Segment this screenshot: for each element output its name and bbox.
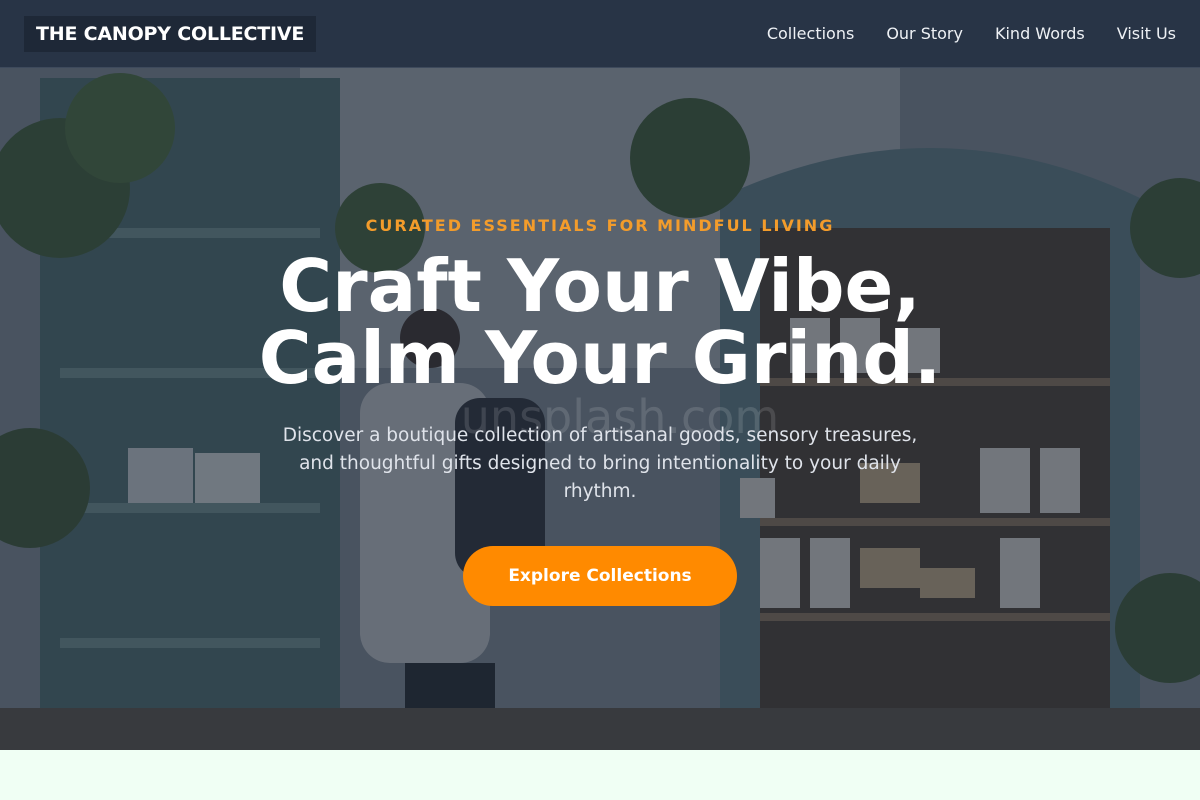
hero-content: unsplash.com CURATED ESSENTIALS FOR MIND… <box>0 68 1200 750</box>
site-header: THE CANOPY COLLECTIVE Collections Our St… <box>0 0 1200 68</box>
next-section <box>0 750 1200 800</box>
nav-link-visit-us[interactable]: Visit Us <box>1117 24 1176 43</box>
hero-headline-line2: Calm Your Grind. <box>258 316 942 400</box>
hero-eyebrow: CURATED ESSENTIALS FOR MINDFUL LIVING <box>365 216 835 235</box>
main-nav: Collections Our Story Kind Words Visit U… <box>767 24 1176 43</box>
nav-link-kind-words[interactable]: Kind Words <box>995 24 1085 43</box>
hero-subtext: Discover a boutique collection of artisa… <box>282 425 918 502</box>
nav-link-collections[interactable]: Collections <box>767 24 854 43</box>
nav-link-our-story[interactable]: Our Story <box>886 24 963 43</box>
site-logo[interactable]: THE CANOPY COLLECTIVE <box>24 15 317 52</box>
explore-collections-button[interactable]: Explore Collections <box>463 546 737 606</box>
hero-headline-line1: Craft Your Vibe, <box>279 244 921 328</box>
hero-headline: Craft Your Vibe, Calm Your Grind. <box>0 250 1200 394</box>
hero-section: unsplash.com CURATED ESSENTIALS FOR MIND… <box>0 68 1200 750</box>
